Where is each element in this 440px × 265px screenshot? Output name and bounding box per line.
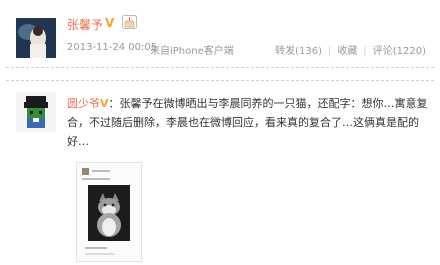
post-author-name[interactable]: 圆少爷: [67, 97, 100, 110]
attached-screenshot-thumbnail[interactable]: [76, 162, 142, 262]
cat-photo: [88, 185, 130, 241]
post-content: 圆少爷V：张馨予在微博晒出与李晨同养的一只猫，还配字：想你…寓意复合，不过随后删…: [67, 94, 431, 151]
comment-button[interactable]: 评论(1220): [373, 46, 426, 57]
verified-badge: V: [100, 97, 109, 110]
user-avatar[interactable]: [16, 18, 56, 58]
cake-icon: [122, 15, 137, 29]
post-body-text: ：张馨予在微博晒出与李晨同养的一只猫，还配字：想你…寓意复合，不过随后删除，李晨…: [67, 97, 428, 148]
post-author-name[interactable]: 张馨予: [67, 16, 103, 33]
action-separator: |: [363, 46, 367, 57]
action-separator: |: [327, 46, 332, 57]
divider: [6, 80, 434, 81]
thumbnail-text-line: [85, 253, 115, 255]
post-actions: 转发(136) | 收藏 | 评论(1220): [275, 42, 426, 57]
verified-badge: V: [105, 16, 115, 30]
post-timestamp[interactable]: 2013-11-24 00:05: [67, 42, 157, 53]
avatar-image: [16, 18, 56, 58]
cat-image: [88, 185, 130, 241]
pixel-avatar-image: [16, 92, 56, 132]
post-source[interactable]: 来自iPhone客户端: [150, 42, 234, 57]
thumbnail-text-line: [82, 178, 110, 180]
divider: [6, 67, 434, 68]
thumbnail-avatar: [82, 168, 89, 175]
thumbnail-text-line: [85, 247, 107, 249]
repost-button[interactable]: 转发(136): [275, 46, 322, 57]
favorite-button[interactable]: 收藏: [337, 46, 357, 57]
thumbnail-text-line: [92, 170, 110, 172]
user-avatar[interactable]: [16, 92, 56, 132]
